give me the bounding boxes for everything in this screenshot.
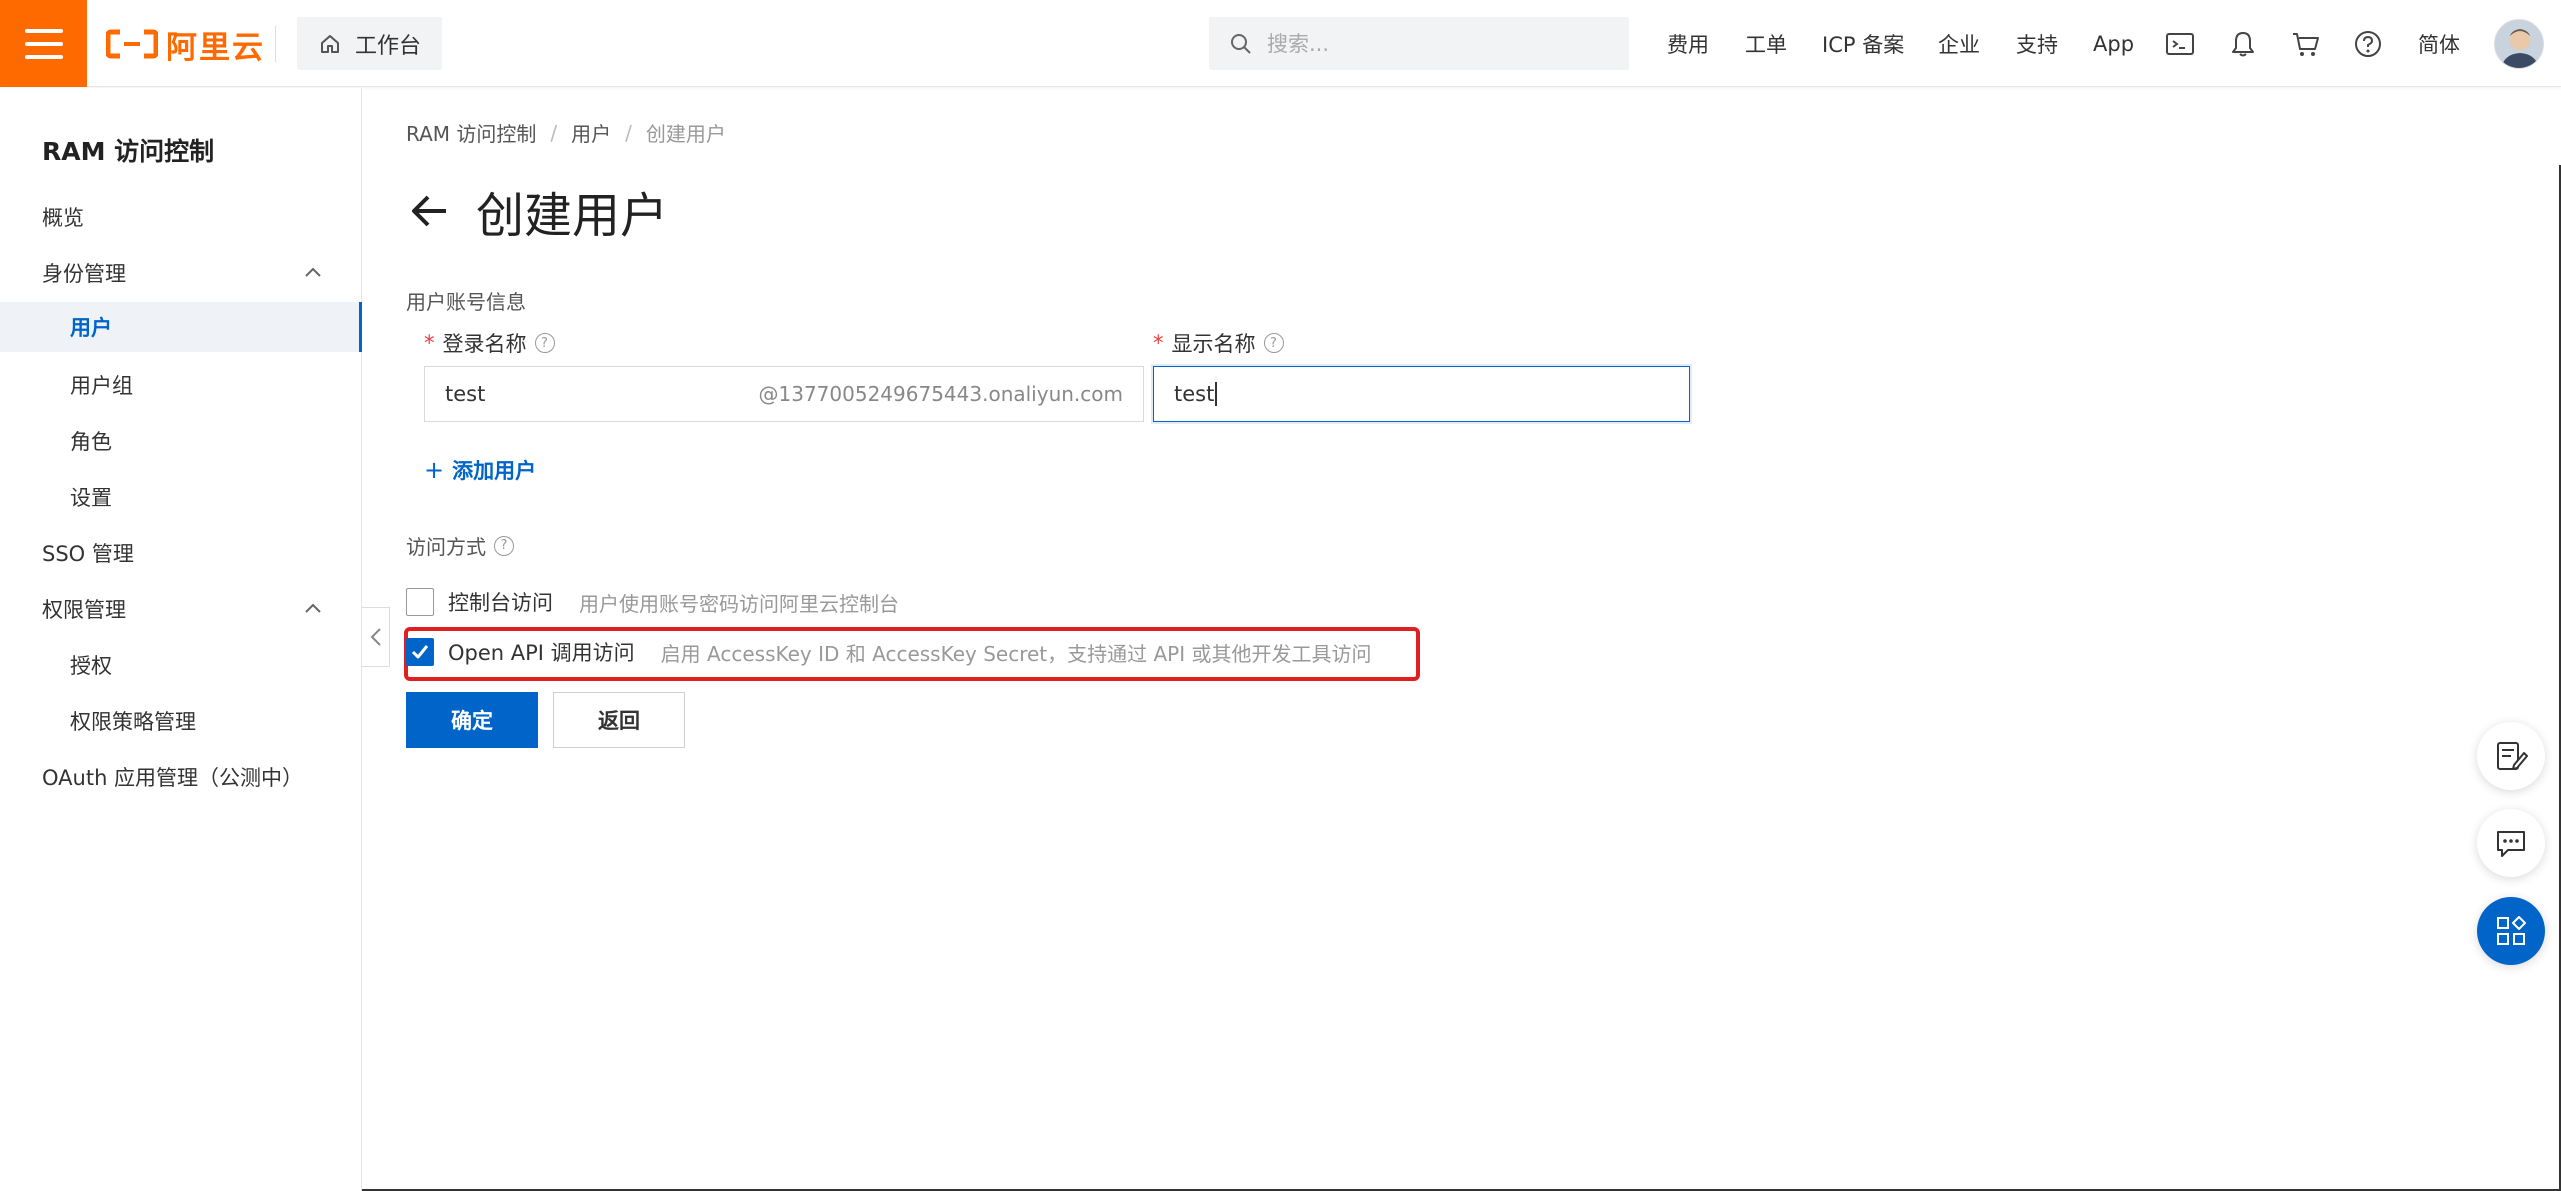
- sidebar-item-permissions[interactable]: 权限管理: [0, 584, 362, 634]
- avatar[interactable]: [2494, 19, 2544, 69]
- nav-enterprise[interactable]: 企业: [1938, 0, 1980, 87]
- help-icon[interactable]: [2351, 27, 2385, 61]
- logo-text: 阿里云: [166, 29, 265, 66]
- required-marker: *: [1153, 331, 1164, 355]
- terminal-icon[interactable]: [2163, 27, 2197, 61]
- sidebar-item-label: 用户: [70, 316, 112, 340]
- sidebar-item-label: 身份管理: [42, 262, 126, 286]
- top-bar: 阿里云 工作台 费用 工单 ICP 备案 企业 支持 App 简体: [0, 0, 2561, 87]
- help-icon[interactable]: ?: [494, 535, 514, 556]
- sidebar-item-identity[interactable]: 身份管理: [0, 248, 362, 298]
- sidebar-item-label: OAuth 应用管理（公测中）: [42, 766, 304, 790]
- page-title: 创建用户: [476, 188, 669, 244]
- back-arrow-icon[interactable]: [406, 189, 450, 233]
- sidebar-item-roles[interactable]: 角色: [0, 416, 362, 466]
- bell-icon[interactable]: [2226, 27, 2260, 61]
- login-name-field[interactable]: test @1377005249675443.onaliyun.com: [424, 366, 1144, 422]
- nav-tickets[interactable]: 工单: [1745, 0, 1787, 87]
- sidebar-title: RAM 访问控制: [42, 137, 215, 166]
- chat-icon: [2497, 831, 2525, 857]
- add-user-label: 添加用户: [452, 459, 537, 483]
- search-icon: [1231, 33, 1251, 54]
- sidebar-item-label: 概览: [42, 206, 84, 230]
- add-user-button[interactable]: + 添加用户: [424, 455, 536, 485]
- display-name-field[interactable]: test: [1153, 366, 1690, 422]
- sidebar-item-user-groups[interactable]: 用户组: [0, 360, 362, 410]
- help-icon[interactable]: ?: [534, 333, 555, 353]
- api-access-option: Open API 调用访问 启用 AccessKey ID 和 AccessKe…: [406, 637, 1372, 667]
- cart-icon[interactable]: [2289, 27, 2323, 61]
- sidebar-item-label: 权限管理: [42, 598, 126, 622]
- back-button[interactable]: 返回: [553, 692, 685, 748]
- chevron-up-icon: [305, 603, 321, 613]
- sidebar-item-policies[interactable]: 权限策略管理: [0, 696, 362, 746]
- home-icon: [321, 34, 339, 53]
- confirm-button[interactable]: 确定: [406, 692, 538, 748]
- login-name-label: * 登录名称 ?: [424, 328, 555, 358]
- search-input[interactable]: [1267, 31, 1587, 56]
- sidebar-item-label: 角色: [70, 430, 112, 454]
- chevron-left-icon: [370, 628, 381, 646]
- sidebar-item-overview[interactable]: 概览: [0, 192, 362, 242]
- nav-app[interactable]: App: [2093, 0, 2134, 87]
- breadcrumb-current: 创建用户: [645, 122, 726, 146]
- sidebar: RAM 访问控制 概览 身份管理 用户 用户组 角色 设置 SSO 管理 权限管…: [0, 88, 362, 1191]
- help-icon[interactable]: ?: [1263, 333, 1284, 353]
- apps-icon: [2497, 916, 2526, 945]
- sidebar-item-sso[interactable]: SSO 管理: [0, 528, 362, 578]
- sidebar-collapse-button[interactable]: [362, 607, 390, 667]
- console-access-label[interactable]: 控制台访问: [448, 587, 553, 617]
- page-header: 创建用户: [406, 176, 668, 246]
- access-section-label-text: 访问方式: [406, 535, 486, 559]
- console-access-option: 控制台访问 用户使用账号密码访问阿里云控制台: [406, 587, 899, 617]
- display-name-value: test: [1174, 382, 1215, 406]
- console-access-description: 用户使用账号密码访问阿里云控制台: [579, 591, 899, 616]
- edit-note-icon: [2497, 742, 2528, 770]
- required-marker: *: [424, 331, 435, 355]
- aliyun-logo[interactable]: 阿里云: [106, 22, 265, 66]
- api-access-checkbox[interactable]: [406, 638, 434, 666]
- sidebar-item-label: 设置: [70, 486, 112, 510]
- console-access-checkbox[interactable]: [406, 588, 434, 616]
- divider: [275, 26, 276, 62]
- account-section-label: 用户账号信息: [406, 290, 526, 314]
- api-access-description: 启用 AccessKey ID 和 AccessKey Secret，支持通过 …: [660, 641, 1372, 666]
- api-access-label[interactable]: Open API 调用访问: [448, 637, 635, 667]
- sidebar-item-label: 用户组: [70, 374, 133, 398]
- sidebar-item-grants[interactable]: 授权: [0, 640, 362, 690]
- sidebar-item-settings[interactable]: 设置: [0, 472, 362, 522]
- chat-button[interactable]: [2477, 809, 2545, 877]
- nav-fees[interactable]: 费用: [1667, 0, 1709, 87]
- breadcrumb-separator: /: [625, 120, 632, 145]
- sidebar-item-users[interactable]: 用户: [0, 302, 362, 352]
- workbench-label: 工作台: [355, 33, 422, 59]
- workbench-button[interactable]: 工作台: [297, 17, 442, 70]
- apps-button[interactable]: [2477, 897, 2545, 965]
- check-icon: [411, 645, 429, 659]
- access-section-label: 访问方式 ?: [406, 531, 514, 560]
- login-name-suffix: @1377005249675443.onaliyun.com: [758, 382, 1124, 406]
- plus-icon: +: [424, 456, 445, 484]
- sidebar-item-label: SSO 管理: [42, 542, 134, 566]
- nav-support[interactable]: 支持: [2016, 0, 2058, 87]
- breadcrumb-separator: /: [550, 120, 558, 145]
- chevron-up-icon: [305, 267, 321, 277]
- breadcrumb: RAM 访问控制 / 用户 / 创建用户: [406, 118, 726, 147]
- aliyun-logo-mark: [106, 29, 158, 59]
- breadcrumb-users[interactable]: 用户: [571, 118, 611, 147]
- sidebar-item-label: 授权: [70, 654, 112, 678]
- nav-icp[interactable]: ICP 备案: [1822, 0, 1904, 87]
- sidebar-item-oauth[interactable]: OAuth 应用管理（公测中）: [0, 752, 362, 802]
- menu-icon[interactable]: [0, 0, 87, 87]
- display-name-label: * 显示名称 ?: [1153, 328, 1284, 358]
- language-switch[interactable]: 简体: [2418, 0, 2460, 87]
- login-name-label-text: 登录名称: [442, 332, 527, 356]
- feedback-button[interactable]: [2477, 722, 2545, 790]
- login-name-value: test: [445, 382, 486, 406]
- sidebar-item-label: 权限策略管理: [70, 710, 196, 734]
- breadcrumb-ram[interactable]: RAM 访问控制: [406, 118, 536, 147]
- display-name-label-text: 显示名称: [1171, 332, 1256, 356]
- search-box[interactable]: [1209, 17, 1629, 70]
- text-cursor: [1215, 382, 1218, 406]
